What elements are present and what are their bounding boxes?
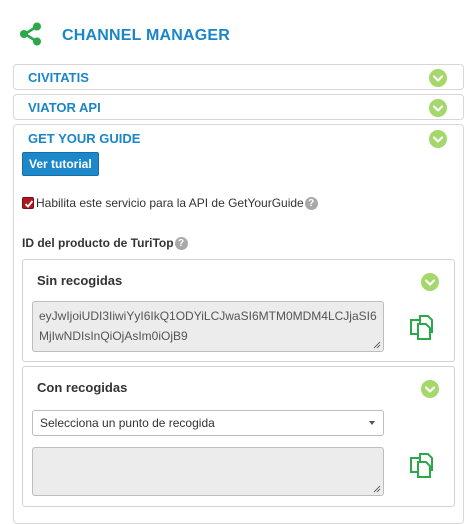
accordion-civitatis[interactable]: CIVITATIS [13, 64, 464, 90]
page-title: CHANNEL MANAGER [62, 27, 231, 44]
panel-without-pickups: Sin recogidas eyJwIjoiUDI3IiwiYyI6IkQ1OD… [22, 259, 455, 362]
enable-service-row: Habilita este servicio para la API de Ge… [22, 196, 318, 210]
panel-title: Sin recogidas [37, 273, 123, 288]
resize-handle-icon[interactable] [373, 341, 381, 349]
page-header: CHANNEL MANAGER [18, 19, 230, 49]
product-id-label: ID del producto de TuriTop ? [22, 236, 188, 250]
tutorial-button[interactable]: Ver tutorial [22, 152, 99, 176]
chevron-down-icon[interactable] [421, 273, 439, 291]
panel-title: Con recogidas [37, 380, 128, 395]
help-icon[interactable]: ? [174, 236, 188, 250]
share-icon [20, 22, 41, 46]
tutorial-button-label: Ver tutorial [29, 157, 92, 171]
product-id-label-text: ID del producto de TuriTop [22, 236, 174, 250]
chevron-down-icon[interactable] [421, 380, 439, 398]
product-id-textarea-with-pickups[interactable] [32, 447, 384, 496]
accordion-title[interactable]: GET YOUR GUIDE [28, 131, 140, 146]
pickup-point-select[interactable]: Selecciona un punto de recogida [32, 410, 384, 436]
dropdown-arrow-icon [369, 421, 375, 425]
resize-handle-icon[interactable] [373, 485, 381, 493]
accordion-viator-api[interactable]: VIATOR API [13, 94, 464, 120]
copy-icon[interactable] [409, 314, 435, 340]
panel-with-pickups: Con recogidas Selecciona un punto de rec… [22, 366, 455, 507]
help-icon[interactable]: ? [304, 196, 318, 210]
chevron-down-icon[interactable] [429, 130, 447, 148]
accordion-title: VIATOR API [28, 100, 101, 115]
accordion-title: CIVITATIS [28, 70, 89, 85]
enable-service-checkbox[interactable] [22, 197, 34, 209]
product-id-value: eyJwIjoiUDI3IiwiYyI6IkQ1ODYiLCJwaSI6MTM0… [39, 309, 377, 343]
copy-icon[interactable] [409, 452, 435, 478]
enable-service-label[interactable]: Habilita este servicio para la API de Ge… [36, 196, 304, 210]
product-id-textarea-without-pickups[interactable]: eyJwIjoiUDI3IiwiYyI6IkQ1ODYiLCJwaSI6MTM0… [32, 301, 384, 352]
chevron-down-icon[interactable] [429, 69, 447, 87]
pickup-point-select-value: Selecciona un punto de recogida [40, 416, 215, 430]
chevron-down-icon[interactable] [429, 99, 447, 117]
